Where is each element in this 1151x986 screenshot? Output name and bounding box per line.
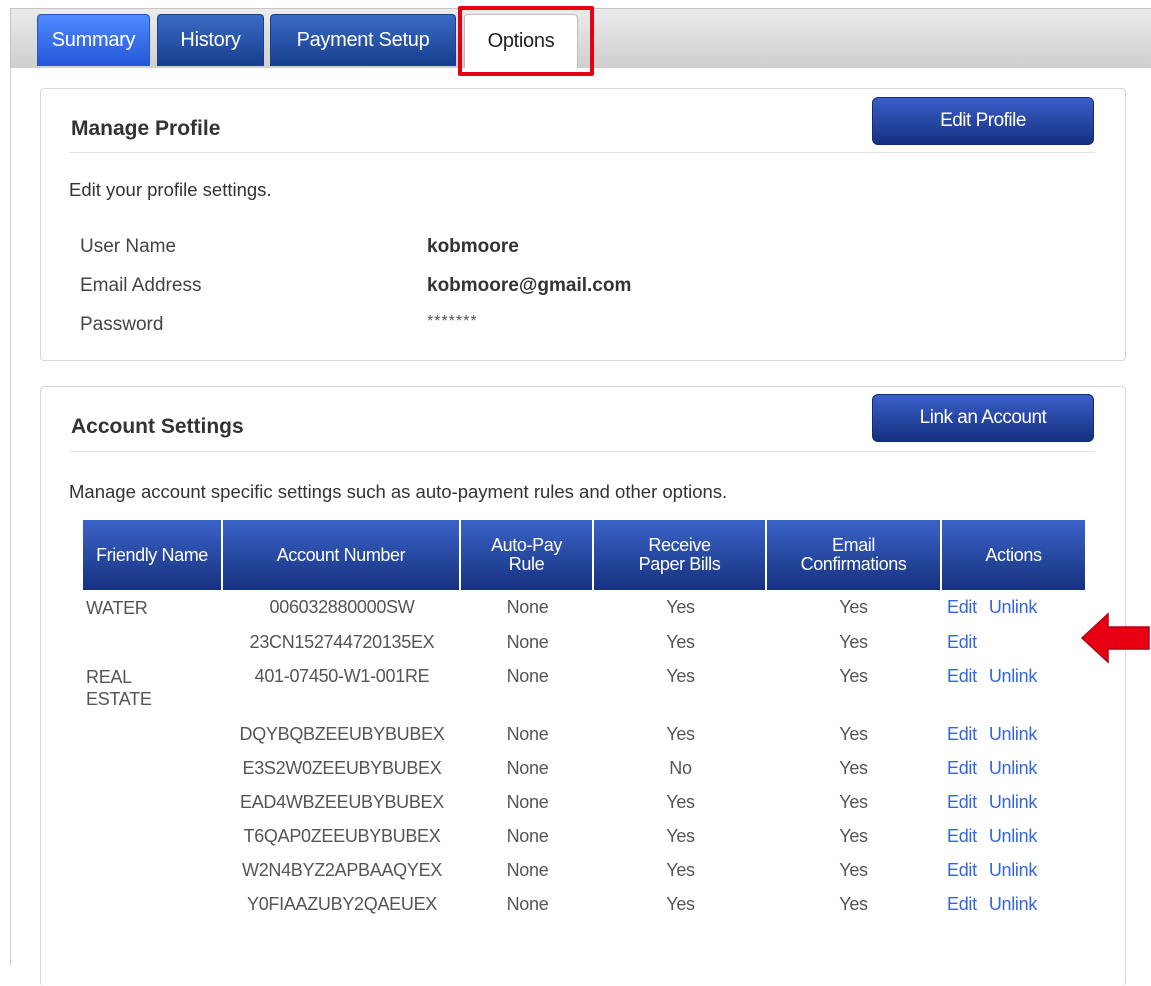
table-row: W2N4BYZ2APBAAQYEX None Yes Yes Edit Unlin… [83, 860, 1085, 886]
edit-link[interactable]: Edit [947, 894, 977, 914]
paper-bills-cell: Yes [666, 597, 695, 617]
actions-cell: Edit Unlink [947, 666, 1087, 687]
email-confirmations-cell: Yes [839, 724, 868, 744]
actions-cell: Edit Unlink [947, 758, 1087, 779]
column-header-auto-pay-rule: Auto-Pay Rule [461, 520, 594, 590]
manage-profile-title: Manage Profile [71, 117, 221, 140]
table-row: WATER 006032880000SW None Yes Yes Edit Un… [83, 597, 1085, 623]
divider [69, 451, 1095, 452]
auto-pay-cell: None [506, 894, 549, 914]
email-confirmations-cell: Yes [839, 758, 868, 778]
auto-pay-cell: None [506, 792, 549, 812]
edit-link[interactable]: Edit [947, 758, 977, 778]
account-number-cell: T6QAP0ZEEUBYBUBEX [243, 826, 441, 846]
actions-cell: Edit Unlink [947, 792, 1087, 813]
edit-link[interactable]: Edit [947, 597, 977, 617]
email-confirmations-cell: Yes [839, 666, 868, 686]
password-value: ******* [427, 313, 478, 330]
auto-pay-cell: None [506, 597, 549, 617]
email-confirmations-cell: Yes [839, 894, 868, 914]
column-header-actions: Actions [942, 520, 1085, 590]
actions-cell: Edit Unlink [947, 894, 1087, 915]
account-number-cell: Y0FIAAZUBY2QAEUEX [247, 894, 437, 914]
table-row: E3S2W0ZEEUBYBUBEX None No Yes Edit Unlink [83, 758, 1085, 784]
edit-link[interactable]: Edit [947, 860, 977, 880]
paper-bills-cell: Yes [666, 894, 695, 914]
paper-bills-cell: Yes [666, 724, 695, 744]
edit-profile-button[interactable]: Edit Profile [872, 97, 1094, 145]
unlink-link[interactable]: Unlink [989, 894, 1038, 914]
actions-cell: Edit Unlink [947, 826, 1087, 847]
account-number-cell: 401-07450-W1-001RE [254, 666, 430, 686]
actions-cell: Edit Unlink [947, 724, 1087, 745]
red-arrow-icon [1080, 612, 1150, 664]
edit-link[interactable]: Edit [947, 826, 977, 846]
email-address-value: kobmoore@gmail.com [427, 275, 632, 296]
profile-description: Edit your profile settings. [69, 179, 272, 200]
unlink-link[interactable]: Unlink [989, 758, 1038, 778]
column-header-friendly-name: Friendly Name [83, 520, 223, 590]
column-header-account-number: Account Number [223, 520, 461, 590]
email-address-label: Email Address [80, 275, 202, 296]
account-number-cell: DQYBQBZEEUBYBUBEX [239, 724, 445, 744]
email-confirmations-cell: Yes [839, 860, 868, 880]
column-header-email-confirmations: Email Confirmations [767, 520, 942, 590]
paper-bills-cell: Yes [666, 860, 695, 880]
tab-summary[interactable]: Summary [37, 14, 150, 66]
edit-link[interactable]: Edit [947, 666, 977, 686]
email-confirmations-cell: Yes [839, 632, 868, 652]
account-number-cell: EAD4WBZEEUBYBUBEX [240, 792, 444, 812]
manage-profile-panel: Manage Profile Edit Profile Edit your pr… [40, 88, 1126, 361]
table-row: DQYBQBZEEUBYBUBEX None Yes Yes Edit Unlin… [83, 724, 1085, 750]
auto-pay-cell: None [506, 724, 549, 744]
link-account-button[interactable]: Link an Account [872, 394, 1094, 442]
account-number-cell: 006032880000SW [269, 597, 415, 617]
auto-pay-cell: None [506, 860, 549, 880]
table-row: Y0FIAAZUBY2QAEUEX None Yes Yes Edit Unlin… [83, 894, 1085, 920]
unlink-link[interactable]: Unlink [989, 724, 1038, 744]
column-header-receive-paper-bills: Receive Paper Bills [594, 520, 767, 590]
auto-pay-cell: None [506, 758, 549, 778]
accounts-table-header: Friendly Name Account Number Auto-Pay Ru… [83, 520, 1085, 590]
tab-history[interactable]: History [157, 14, 264, 66]
paper-bills-cell: Yes [666, 826, 695, 846]
account-number-cell: W2N4BYZ2APBAAQYEX [242, 860, 442, 880]
auto-pay-cell: None [506, 666, 549, 686]
paper-bills-cell: Yes [666, 666, 695, 686]
account-number-cell: 23CN152744720135EX [249, 632, 435, 652]
email-confirmations-cell: Yes [839, 792, 868, 812]
paper-bills-cell: No [669, 758, 692, 778]
tab-payment-setup[interactable]: Payment Setup [270, 14, 456, 66]
unlink-link[interactable]: Unlink [989, 792, 1038, 812]
table-row: 23CN152744720135EX None Yes Yes Edit [83, 632, 1085, 658]
paper-bills-cell: Yes [666, 792, 695, 812]
password-label: Password [80, 314, 164, 335]
auto-pay-cell: None [506, 826, 549, 846]
divider [69, 152, 1095, 153]
table-row: REAL ESTATE 401-07450-W1-001RE None Yes … [83, 666, 1085, 710]
account-settings-description: Manage account specific settings such as… [69, 481, 728, 502]
unlink-link[interactable]: Unlink [989, 826, 1038, 846]
table-row: T6QAP0ZEEUBYBUBEX None Yes Yes Edit Unlin… [83, 826, 1085, 852]
edit-link[interactable]: Edit [947, 792, 977, 812]
friendly-name-cell: REAL ESTATE [86, 667, 152, 709]
edit-link[interactable]: Edit [947, 724, 977, 744]
actions-cell: Edit [947, 632, 1087, 653]
email-confirmations-cell: Yes [839, 597, 868, 617]
actions-cell: Edit Unlink [947, 597, 1087, 618]
unlink-link[interactable]: Unlink [989, 666, 1038, 686]
friendly-name-cell: WATER [86, 598, 148, 618]
table-row: EAD4WBZEEUBYBUBEX None Yes Yes Edit Unlin… [83, 792, 1085, 818]
unlink-link[interactable]: Unlink [989, 597, 1038, 617]
paper-bills-cell: Yes [666, 632, 695, 652]
actions-cell: Edit Unlink [947, 860, 1087, 881]
user-name-value: kobmoore [427, 236, 519, 257]
auto-pay-cell: None [506, 632, 549, 652]
edit-link[interactable]: Edit [947, 632, 977, 652]
email-confirmations-cell: Yes [839, 826, 868, 846]
user-name-label: User Name [80, 236, 177, 257]
account-number-cell: E3S2W0ZEEUBYBUBEX [242, 758, 442, 778]
unlink-link[interactable]: Unlink [989, 860, 1038, 880]
account-settings-title: Account Settings [71, 415, 244, 438]
